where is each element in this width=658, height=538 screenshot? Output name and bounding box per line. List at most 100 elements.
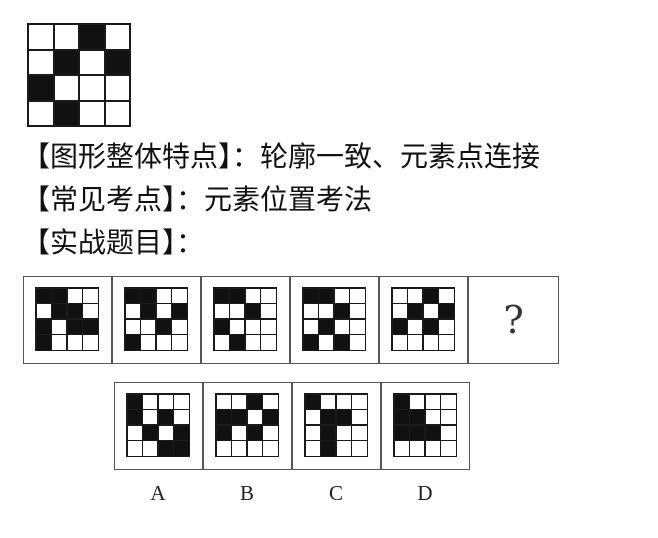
filled-cell	[29, 76, 53, 100]
empty-cell	[408, 319, 423, 334]
sequence-figure-2	[112, 276, 201, 364]
empty-cell	[303, 304, 318, 319]
filled-cell	[232, 410, 247, 425]
option-a-figure[interactable]	[114, 382, 203, 470]
empty-cell	[350, 319, 365, 334]
filled-cell	[423, 319, 438, 334]
sequence-grid-3	[213, 287, 277, 351]
option-d-figure[interactable]	[381, 382, 470, 470]
filled-cell	[216, 410, 231, 425]
filled-cell	[321, 410, 336, 425]
empty-cell	[141, 319, 156, 334]
filled-cell	[158, 441, 173, 456]
empty-cell	[321, 394, 336, 409]
filled-cell	[141, 304, 156, 319]
empty-cell	[214, 335, 229, 350]
option-b-grid	[215, 393, 279, 457]
empty-cell	[425, 394, 440, 409]
question-mark: ?	[503, 298, 524, 342]
option-c-figure[interactable]	[292, 382, 381, 470]
filled-cell	[439, 304, 454, 319]
sequence-grid-5	[391, 287, 455, 351]
filled-cell	[52, 304, 67, 319]
option-a-label[interactable]: A	[138, 481, 178, 506]
sequence-figure-3	[201, 276, 290, 364]
empty-cell	[439, 335, 454, 350]
empty-cell	[141, 335, 156, 350]
empty-cell	[408, 335, 423, 350]
option-a-grid	[126, 393, 190, 457]
unknown-figure: ?	[468, 276, 559, 364]
filled-cell	[319, 319, 334, 334]
empty-cell	[319, 335, 334, 350]
filled-cell	[263, 410, 278, 425]
empty-cell	[350, 335, 365, 350]
empty-cell	[105, 25, 129, 49]
empty-cell	[245, 335, 260, 350]
empty-cell	[80, 101, 104, 125]
filled-cell	[125, 335, 140, 350]
empty-cell	[305, 441, 320, 456]
empty-cell	[247, 410, 262, 425]
option-c-label[interactable]: C	[316, 481, 356, 506]
empty-cell	[29, 50, 53, 74]
empty-cell	[214, 304, 229, 319]
filled-cell	[67, 319, 82, 334]
sequence-grid-2	[124, 287, 188, 351]
empty-cell	[303, 319, 318, 334]
filled-cell	[305, 394, 320, 409]
empty-cell	[67, 288, 82, 303]
filled-cell	[303, 335, 318, 350]
empty-cell	[441, 394, 456, 409]
option-b-figure[interactable]	[203, 382, 292, 470]
empty-cell	[245, 319, 260, 334]
empty-cell	[439, 288, 454, 303]
filled-cell	[247, 394, 262, 409]
empty-cell	[408, 288, 423, 303]
empty-cell	[263, 441, 278, 456]
option-d-label[interactable]: D	[405, 481, 445, 506]
empty-cell	[336, 441, 351, 456]
empty-cell	[158, 394, 173, 409]
empty-cell	[174, 410, 189, 425]
filled-cell	[230, 335, 245, 350]
empty-cell	[29, 101, 53, 125]
filled-cell	[245, 304, 260, 319]
filled-cell	[127, 410, 142, 425]
filled-cell	[423, 288, 438, 303]
empty-cell	[394, 441, 409, 456]
empty-cell	[392, 288, 407, 303]
empty-cell	[410, 441, 425, 456]
empty-cell	[54, 76, 78, 100]
filled-cell	[394, 425, 409, 440]
option-b-label[interactable]: B	[227, 481, 267, 506]
heading-practice-question: 【实战题目】：	[22, 226, 205, 259]
empty-cell	[83, 304, 98, 319]
empty-cell	[305, 410, 320, 425]
filled-cell	[54, 50, 78, 74]
empty-cell	[125, 304, 140, 319]
filled-cell	[105, 50, 129, 74]
empty-cell	[245, 288, 260, 303]
filled-cell	[336, 410, 351, 425]
empty-cell	[52, 335, 67, 350]
filled-cell	[158, 410, 173, 425]
empty-cell	[247, 441, 262, 456]
empty-cell	[263, 394, 278, 409]
empty-cell	[127, 425, 142, 440]
empty-cell	[29, 25, 53, 49]
filled-cell	[408, 304, 423, 319]
empty-cell	[352, 410, 367, 425]
example-figure	[27, 23, 131, 127]
empty-cell	[172, 288, 187, 303]
filled-cell	[67, 304, 82, 319]
empty-cell	[232, 425, 247, 440]
filled-cell	[80, 25, 104, 49]
empty-cell	[350, 304, 365, 319]
sequence-figure-5	[379, 276, 468, 364]
filled-cell	[321, 425, 336, 440]
filled-cell	[321, 441, 336, 456]
filled-cell	[174, 441, 189, 456]
empty-cell	[423, 304, 438, 319]
empty-cell	[54, 25, 78, 49]
